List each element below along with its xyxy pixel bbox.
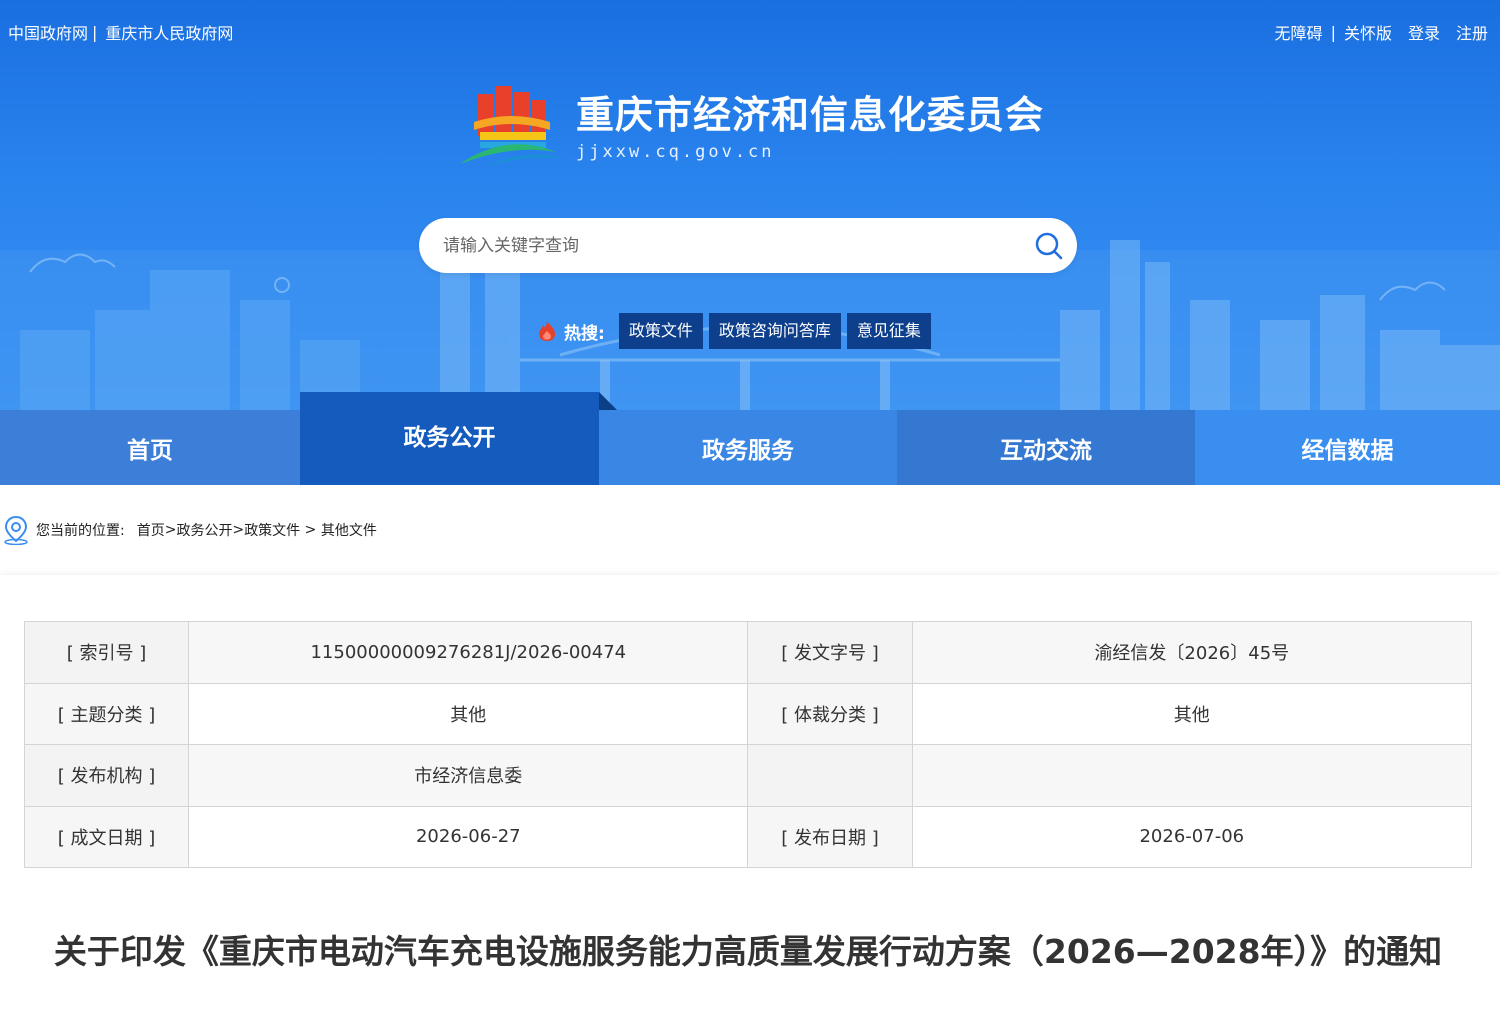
- nav-interaction[interactable]: 互动交流: [897, 410, 1195, 485]
- meta-value: 市经济信息委: [188, 744, 749, 807]
- breadcrumb: 您当前的位置: 首页 > 政务公开 > 政策文件 > 其他文件: [2, 515, 377, 545]
- hot-tag-policy-files[interactable]: 政策文件: [618, 313, 703, 349]
- nav-label: 政务服务: [702, 437, 794, 464]
- search-button[interactable]: [1021, 218, 1077, 273]
- meta-value: 渝经信发〔2026〕45号: [911, 621, 1473, 684]
- nav-gov-services[interactable]: 政务服务: [599, 410, 897, 485]
- link-accessibility[interactable]: 无障碍: [1275, 20, 1323, 44]
- nav-notch: [599, 392, 617, 410]
- site-domain: jjxxw.cq.gov.cn: [576, 142, 775, 162]
- nav-home[interactable]: 首页: [0, 410, 300, 485]
- breadcrumb-home[interactable]: 首页: [137, 520, 165, 540]
- breadcrumb-gov-affairs[interactable]: 政务公开: [176, 520, 232, 540]
- link-login[interactable]: 登录: [1408, 20, 1440, 44]
- meta-key: [ 体裁分类 ]: [747, 682, 913, 745]
- top-links-right: 无障碍 | 关怀版 登录 注册: [1275, 20, 1488, 44]
- link-elder-mode[interactable]: 关怀版: [1344, 20, 1392, 44]
- meta-value: 11500000009276281J/2026-00474: [188, 621, 749, 684]
- meta-key: [ 发布机构 ]: [23, 744, 190, 807]
- meta-value: 2026-06-27: [188, 805, 749, 868]
- breadcrumb-policy-files[interactable]: 政策文件: [244, 520, 300, 540]
- table-row: [ 发布机构 ] 市经济信息委: [23, 744, 1473, 807]
- flame-icon: [539, 321, 555, 341]
- meta-value: 其他: [911, 682, 1473, 745]
- link-cq-gov[interactable]: 重庆市人民政府网: [105, 20, 233, 44]
- hot-search: 热搜: 政策文件 政策咨询问答库 意见征集: [536, 313, 937, 349]
- meta-value: [911, 744, 1473, 807]
- nav-gov-affairs-open[interactable]: 政务公开: [300, 392, 599, 485]
- divider: |: [1330, 22, 1336, 42]
- breadcrumb-path: 首页 > 政务公开 > 政策文件 > 其他文件: [137, 520, 377, 540]
- meta-key: [ 主题分类 ]: [23, 682, 190, 745]
- search-icon: [1035, 232, 1063, 259]
- nav-label: 互动交流: [1000, 437, 1092, 464]
- nav-label: 首页: [127, 437, 173, 464]
- meta-value: 2026-07-06: [911, 805, 1473, 868]
- meta-value: 其他: [188, 682, 749, 745]
- meta-key: [747, 744, 913, 807]
- breadcrumb-label: 您当前的位置:: [36, 523, 125, 539]
- table-row: [ 索引号 ] 11500000009276281J/2026-00474 [ …: [23, 621, 1473, 684]
- breadcrumb-other-files[interactable]: 其他文件: [321, 520, 377, 540]
- site-title: 重庆市经济和信息化委员会: [576, 93, 1045, 137]
- nav-economic-data[interactable]: 经信数据: [1195, 410, 1500, 485]
- search-bar: [419, 218, 1077, 273]
- breadcrumb-sep: >: [300, 522, 321, 538]
- nav-label: 政务公开: [403, 424, 496, 451]
- meta-key: [ 发文字号 ]: [747, 621, 913, 684]
- breadcrumb-sep: >: [232, 522, 245, 538]
- table-row: [ 成文日期 ] 2026-06-27 [ 发布日期 ] 2026-07-06: [23, 805, 1473, 868]
- document-title: 关于印发《重庆市电动汽车充电设施服务能力高质量发展行动方案（2026—2028年…: [53, 932, 1443, 971]
- table-row: [ 主题分类 ] 其他 [ 体裁分类 ] 其他: [23, 682, 1473, 745]
- hot-tag-opinion[interactable]: 意见征集: [846, 313, 931, 349]
- main-nav: 首页 政务公开 政务服务 互动交流 经信数据: [0, 392, 1500, 485]
- document-meta-table: [ 索引号 ] 11500000009276281J/2026-00474 [ …: [23, 621, 1473, 868]
- location-pin-icon: [4, 515, 28, 545]
- link-china-gov[interactable]: 中国政府网: [8, 20, 88, 44]
- header-banner: 中国政府网 | 重庆市人民政府网 无障碍 | 关怀版 登录 注册 重庆市经济和信…: [0, 0, 1500, 410]
- meta-key: [ 成文日期 ]: [23, 805, 190, 868]
- emblem-icon: [460, 86, 564, 166]
- hot-search-label: 热搜:: [564, 323, 605, 344]
- meta-key: [ 索引号 ]: [23, 621, 190, 684]
- search-input[interactable]: [419, 218, 1021, 273]
- breadcrumb-sep: >: [164, 522, 177, 538]
- meta-key: [ 发布日期 ]: [747, 805, 913, 868]
- top-links-left: 中国政府网 | 重庆市人民政府网: [8, 20, 233, 44]
- hot-tag-policy-qa[interactable]: 政策咨询问答库: [708, 313, 841, 349]
- site-logo[interactable]: 重庆市经济和信息化委员会 jjxxw.cq.gov.cn: [456, 82, 1044, 172]
- link-register[interactable]: 注册: [1456, 20, 1488, 44]
- divider: |: [92, 22, 98, 42]
- nav-label: 经信数据: [1301, 437, 1394, 464]
